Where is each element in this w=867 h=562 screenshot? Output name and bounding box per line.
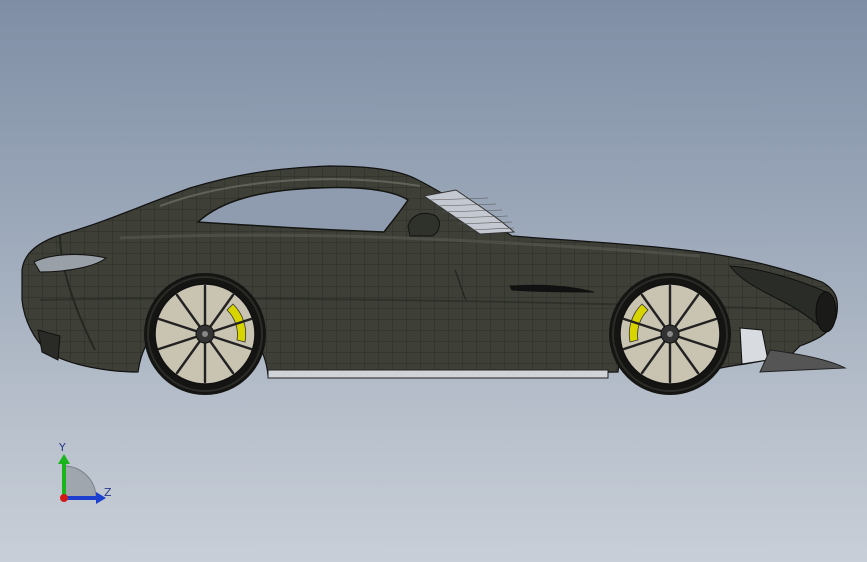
z-axis-label: Z <box>104 486 112 499</box>
y-axis-label: Y <box>58 441 66 454</box>
coordinate-triad[interactable]: Y Z <box>40 436 130 516</box>
graphics-viewport[interactable]: Y Z <box>0 0 867 562</box>
side-skirt[interactable] <box>267 369 609 379</box>
car-model[interactable] <box>0 0 867 562</box>
rear-wheel[interactable] <box>144 273 266 395</box>
x-axis-origin <box>60 494 68 502</box>
front-wheel[interactable] <box>609 273 731 395</box>
